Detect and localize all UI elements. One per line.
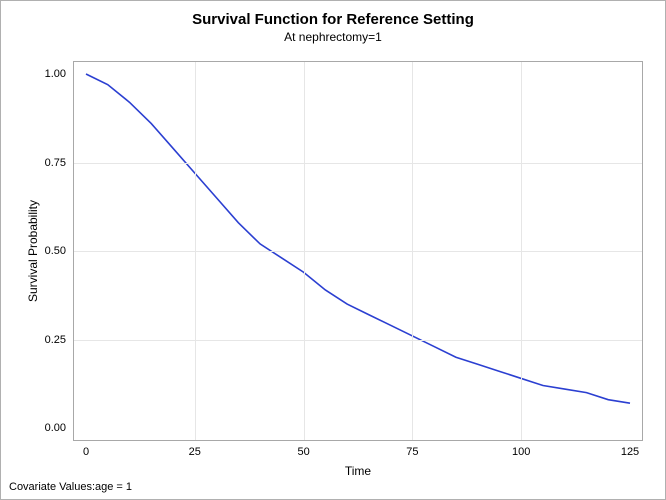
y-axis-label: Survival Probability xyxy=(26,200,40,302)
x-tick-label: 75 xyxy=(406,446,418,458)
x-axis-label: Time xyxy=(74,464,642,478)
y-axis-label-wrap: Survival Probability xyxy=(23,61,43,441)
x-tick-label: 100 xyxy=(512,446,530,458)
grid-h xyxy=(74,163,642,164)
y-tick-label: 0.75 xyxy=(45,157,66,169)
chart-subtitle: At nephrectomy=1 xyxy=(1,30,665,44)
grid-h xyxy=(74,340,642,341)
y-tick-label: 0.00 xyxy=(45,422,66,434)
survival-line xyxy=(86,74,630,403)
y-tick-label: 0.50 xyxy=(45,245,66,257)
grid-h xyxy=(74,251,642,252)
x-tick-label: 0 xyxy=(83,446,89,458)
x-tick-label: 125 xyxy=(621,446,639,458)
footer-note: Covariate Values:age = 1 xyxy=(9,481,132,493)
chart-title: Survival Function for Reference Setting xyxy=(1,11,665,28)
y-tick-label: 1.00 xyxy=(45,68,66,80)
plot-area: Time 02550751001250.000.250.500.751.00 xyxy=(73,61,643,441)
x-tick-label: 25 xyxy=(189,446,201,458)
y-tick-label: 0.25 xyxy=(45,334,66,346)
x-tick-label: 50 xyxy=(297,446,309,458)
title-block: Survival Function for Reference Setting … xyxy=(1,11,665,44)
chart-container: Survival Function for Reference Setting … xyxy=(0,0,666,500)
